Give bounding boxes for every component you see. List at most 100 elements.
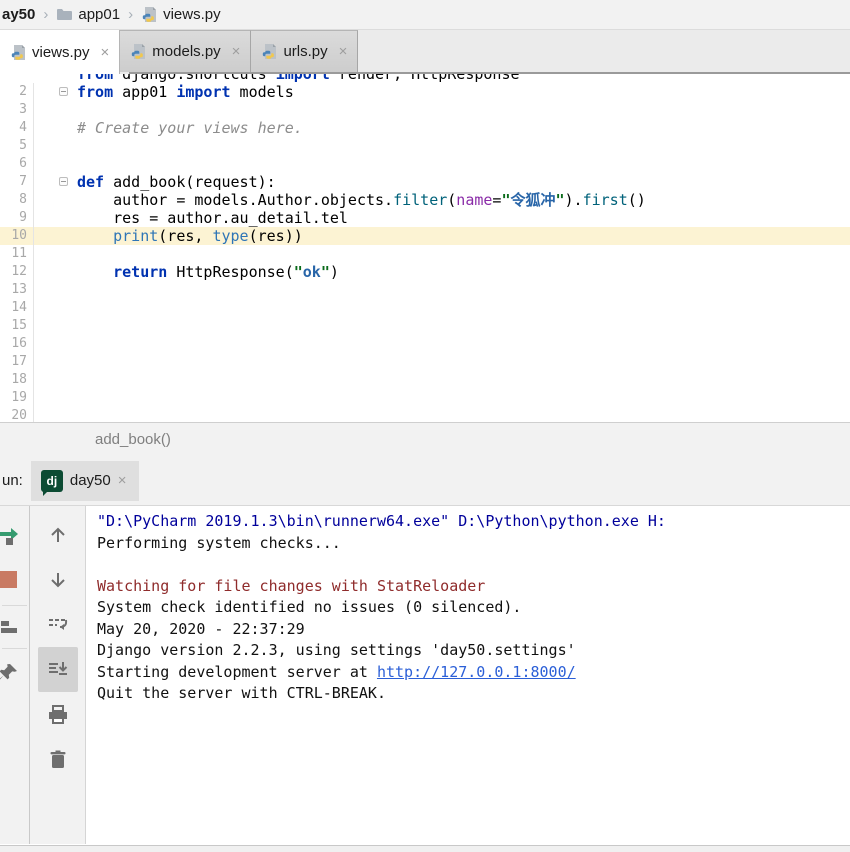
run-toolbar — [0, 506, 86, 844]
code-line[interactable]: from django.shortcuts import render, Htt… — [0, 74, 850, 83]
code-text: # Create your views here. — [77, 119, 303, 137]
run-toolbar-right-column — [30, 506, 85, 844]
gutter-fold-area — [34, 299, 77, 317]
python-file-icon — [130, 43, 147, 60]
breadcrumb-item-label: app01 — [78, 6, 120, 23]
gutter-fold-area — [34, 119, 77, 137]
code-line[interactable]: 13 — [0, 281, 850, 299]
code-text: author = models.Author.objects.filter(na… — [77, 191, 646, 209]
run-config-tab-day50[interactable]: dj day50 × — [31, 461, 139, 501]
gutter-fold-area — [34, 245, 77, 263]
line-number: 6 — [0, 155, 34, 173]
code-line[interactable]: 6 — [0, 155, 850, 173]
gutter-fold-area — [34, 353, 77, 371]
console-line: Starting development server at http://12… — [97, 662, 850, 684]
rerun-icon[interactable] — [0, 512, 29, 557]
stop-icon[interactable] — [0, 557, 29, 602]
console-line: May 20, 2020 - 22:37:29 — [97, 619, 850, 641]
console-line: Performing system checks... — [97, 533, 850, 555]
line-number: 13 — [0, 281, 34, 299]
breadcrumb-item-app01[interactable]: app01 — [54, 6, 122, 23]
gutter-fold-area — [34, 101, 77, 119]
line-number: 8 — [0, 191, 34, 209]
run-config-tab-label: day50 — [70, 472, 111, 489]
fold-marker-icon[interactable] — [59, 87, 68, 96]
gutter-fold-area — [34, 227, 77, 245]
breadcrumb: ay50› app01› views.py — [0, 0, 850, 30]
code-line[interactable]: 18 — [0, 371, 850, 389]
code-line[interactable]: 8 author = models.Author.objects.filter(… — [0, 191, 850, 209]
gutter-fold-area — [34, 83, 77, 101]
tab-label: models.py — [152, 43, 220, 60]
console-text: Performing system checks... — [97, 534, 341, 552]
code-text: from app01 import models — [77, 83, 294, 101]
code-editor[interactable]: from django.shortcuts import render, Htt… — [0, 74, 850, 422]
code-line[interactable]: 15 — [0, 317, 850, 335]
soft-wrap-icon[interactable] — [30, 602, 85, 647]
tab-close-icon[interactable]: × — [101, 44, 110, 61]
line-number: 2 — [0, 83, 34, 101]
code-line[interactable]: 9 res = author.au_detail.tel — [0, 209, 850, 227]
console-text: May 20, 2020 - 22:37:29 — [97, 620, 305, 638]
console-text: Watching for file changes with StatReloa… — [97, 577, 485, 595]
code-line[interactable]: 12 return HttpResponse("ok") — [0, 263, 850, 281]
function-context-bar: add_book() — [0, 422, 850, 456]
code-text: return HttpResponse("ok") — [77, 263, 339, 281]
down-arrow-icon[interactable] — [30, 557, 85, 602]
console-line: Watching for file changes with StatReloa… — [97, 576, 850, 598]
line-number: 17 — [0, 353, 34, 371]
tab-close-icon[interactable]: × — [339, 43, 348, 60]
run-panel-title: un: — [2, 472, 23, 489]
restore-layout-icon[interactable] — [0, 609, 29, 645]
code-line[interactable]: 19 — [0, 389, 850, 407]
code-text: def add_book(request): — [77, 173, 276, 191]
code-line[interactable]: 16 — [0, 335, 850, 353]
up-arrow-icon[interactable] — [30, 512, 85, 557]
run-tab-close-icon[interactable]: × — [118, 472, 127, 489]
gutter-fold-area — [34, 263, 77, 281]
fold-marker-icon[interactable] — [59, 177, 68, 186]
code-line[interactable]: 14 — [0, 299, 850, 317]
line-number: 9 — [0, 209, 34, 227]
pin-icon[interactable] — [0, 652, 29, 692]
console-output[interactable]: "D:\PyCharm 2019.1.3\bin\runnerw64.exe" … — [86, 506, 850, 844]
code-text: print(res, type(res)) — [77, 227, 303, 245]
code-line[interactable]: 4 # Create your views here. — [0, 119, 850, 137]
tab-label: views.py — [32, 44, 90, 61]
code-line[interactable]: 3 — [0, 101, 850, 119]
tab-close-icon[interactable]: × — [232, 43, 241, 60]
code-line[interactable]: 10 print(res, type(res)) — [0, 227, 850, 245]
code-line[interactable]: 20 — [0, 407, 850, 422]
breadcrumb-item-ay50[interactable]: ay50 — [0, 6, 37, 23]
tab-viewspy[interactable]: views.py × — [0, 30, 120, 74]
clear-console-icon[interactable] — [30, 737, 85, 782]
print-icon[interactable] — [30, 692, 85, 737]
tab-label: urls.py — [283, 43, 327, 60]
scroll-to-end-icon[interactable] — [38, 647, 78, 692]
django-icon: dj — [41, 470, 63, 492]
tab-urlspy[interactable]: urls.py × — [251, 30, 358, 72]
tab-modelspy[interactable]: models.py × — [120, 30, 251, 72]
line-number: 4 — [0, 119, 34, 137]
line-number: 10 — [0, 227, 34, 245]
gutter-fold-area — [34, 155, 77, 173]
code-line[interactable]: 17 — [0, 353, 850, 371]
breadcrumb-item-label: views.py — [163, 6, 221, 23]
console-line — [97, 554, 850, 576]
code-line[interactable]: 11 — [0, 245, 850, 263]
line-number: 7 — [0, 173, 34, 191]
status-bar — [0, 845, 850, 852]
gutter-fold-area — [34, 389, 77, 407]
line-number: 15 — [0, 317, 34, 335]
toolbar-divider — [2, 605, 27, 606]
breadcrumb-separator-icon: › — [37, 6, 54, 23]
run-console-area: "D:\PyCharm 2019.1.3\bin\runnerw64.exe" … — [0, 506, 850, 844]
console-text: System check identified no issues (0 sil… — [97, 598, 521, 616]
line-number: 16 — [0, 335, 34, 353]
code-line[interactable]: 7 def add_book(request): — [0, 173, 850, 191]
console-link[interactable]: http://127.0.0.1:8000/ — [377, 663, 576, 681]
breadcrumb-item-viewspy[interactable]: views.py — [139, 6, 223, 23]
code-line[interactable]: 2 from app01 import models — [0, 83, 850, 101]
code-line[interactable]: 5 — [0, 137, 850, 155]
editor-tab-bar: views.py × models.py × urls.py × — [0, 30, 850, 74]
